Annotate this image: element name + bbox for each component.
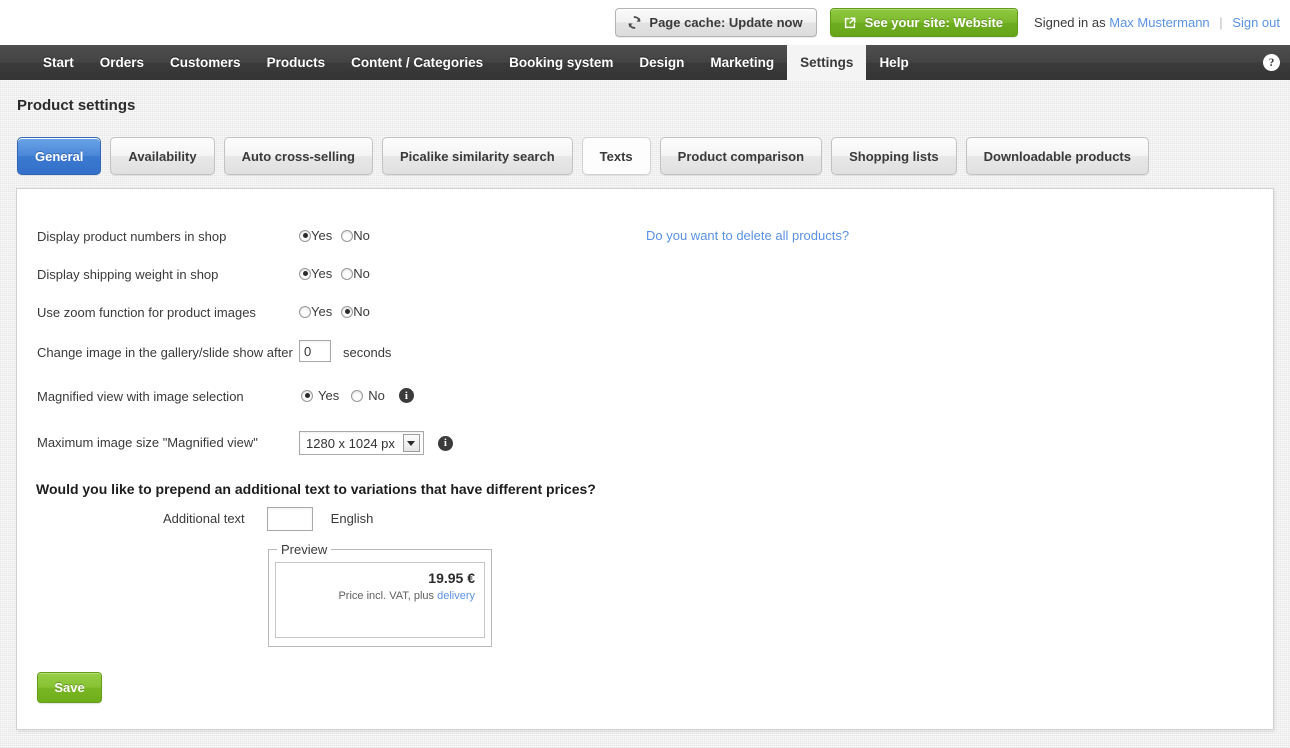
radio-label-product-numbers-yes: Yes	[311, 228, 333, 243]
radio-option-magnified-no[interactable]: No	[351, 388, 385, 403]
tab-general[interactable]: General	[17, 137, 102, 175]
radio-magnified-no[interactable]	[351, 389, 364, 402]
label-display-product-numbers: Display product numbers in shop	[37, 229, 227, 244]
preview-fieldset: Preview 19.95 € Price incl. VAT, plus de…	[268, 542, 492, 647]
radio-shipping-weight-yes[interactable]	[299, 267, 311, 280]
radio-product-numbers-no[interactable]	[341, 229, 354, 242]
external-link-icon	[843, 16, 857, 30]
nav-item-products[interactable]: Products	[254, 45, 339, 80]
tab-shopping-lists[interactable]: Shopping lists	[831, 137, 957, 175]
radio-shipping-weight-no[interactable]	[341, 267, 354, 280]
help-question-icon[interactable]: ?	[1263, 54, 1280, 71]
max-image-size-select[interactable]: 1280 x 1024 px	[299, 431, 424, 455]
section-heading-additional-text: Would you like to prepend an additional …	[36, 481, 596, 497]
gallery-interval-input[interactable]	[299, 340, 331, 362]
save-button-label: Save	[54, 680, 85, 695]
radio-product-numbers-yes[interactable]	[299, 229, 311, 242]
preview-delivery-link[interactable]: delivery	[437, 590, 475, 602]
row-magnified-view: Magnified view with image selection Yes …	[37, 388, 414, 406]
gallery-interval-unit: seconds	[343, 345, 392, 360]
settings-tab-bar: General Availability Auto cross-selling …	[17, 137, 1149, 175]
tab-auto-cross-selling[interactable]: Auto cross-selling	[223, 137, 373, 175]
tab-availability[interactable]: Availability	[110, 137, 215, 175]
delete-all-products-link[interactable]: Do you want to delete all products?	[646, 228, 849, 243]
radio-label-product-numbers-no: No	[353, 228, 370, 243]
settings-content-panel: Display product numbers in shop Yes No D…	[16, 188, 1274, 730]
nav-item-content-categories[interactable]: Content / Categories	[338, 45, 496, 80]
radio-magnified-yes[interactable]	[301, 389, 313, 402]
label-gallery-interval: Change image in the gallery/slide show a…	[37, 345, 293, 360]
nav-item-marketing[interactable]: Marketing	[697, 45, 787, 80]
tab-texts[interactable]: Texts	[581, 137, 651, 175]
preview-legend: Preview	[277, 542, 332, 557]
see-your-site-button[interactable]: See your site: Website	[829, 8, 1019, 37]
radio-label-magnified-no: No	[368, 388, 385, 403]
info-icon-max-image-size[interactable]: i	[437, 435, 453, 451]
radio-group-use-zoom-function: Yes No	[299, 304, 370, 319]
radio-zoom-yes[interactable]	[299, 305, 311, 318]
radio-option-product-numbers-yes[interactable]: Yes	[299, 228, 332, 243]
nav-item-orders[interactable]: Orders	[87, 45, 157, 80]
top-bar: Page cache: Update now See your site: We…	[0, 0, 1290, 45]
radio-option-magnified-yes[interactable]: Yes	[301, 388, 339, 403]
signed-in-status: Signed in as Max Mustermann | Sign out	[1034, 15, 1280, 30]
label-display-shipping-weight: Display shipping weight in shop	[37, 267, 219, 282]
sign-out-link[interactable]: Sign out	[1232, 15, 1280, 30]
row-display-shipping-weight: Display shipping weight in shop Yes No	[37, 266, 370, 284]
additional-text-language: English	[330, 511, 374, 526]
see-your-site-label: See your site: Website	[864, 15, 1004, 30]
main-navigation: Start Orders Customers Products Content …	[0, 45, 1290, 80]
radio-zoom-no[interactable]	[341, 305, 354, 318]
nav-item-booking-system[interactable]: Booking system	[496, 45, 626, 80]
chevron-down-icon[interactable]	[402, 434, 420, 452]
page-cache-update-label: Page cache: Update now	[649, 15, 803, 30]
row-use-zoom-function: Use zoom function for product images Yes…	[37, 304, 370, 322]
user-name-link[interactable]: Max Mustermann	[1109, 15, 1209, 30]
radio-option-zoom-yes[interactable]: Yes	[299, 304, 332, 319]
radio-group-display-product-numbers: Yes No	[299, 228, 370, 243]
radio-option-shipping-weight-no[interactable]: No	[341, 266, 370, 281]
row-max-image-size: Maximum image size "Magnified view" 1280…	[37, 431, 453, 455]
nav-item-design[interactable]: Design	[626, 45, 697, 80]
signed-in-separator: |	[1219, 15, 1223, 30]
nav-item-settings[interactable]: Settings	[787, 45, 867, 80]
nav-item-start[interactable]: Start	[30, 45, 87, 80]
additional-text-input[interactable]	[266, 507, 313, 531]
help-icon-container: ?	[1263, 45, 1290, 80]
label-magnified-view: Magnified view with image selection	[37, 389, 244, 404]
nav-item-help[interactable]: Help	[866, 45, 921, 80]
radio-option-shipping-weight-yes[interactable]: Yes	[299, 266, 332, 281]
preview-vat-note: Price incl. VAT, plus delivery	[276, 590, 475, 602]
tab-picalike-similarity-search[interactable]: Picalike similarity search	[382, 137, 573, 175]
label-max-image-size: Maximum image size "Magnified view"	[37, 435, 258, 450]
radio-option-zoom-no[interactable]: No	[341, 304, 370, 319]
preview-price-box: 19.95 € Price incl. VAT, plus delivery	[275, 562, 485, 638]
save-button[interactable]: Save	[37, 672, 102, 703]
page-title: Product settings	[17, 97, 136, 114]
radio-label-shipping-weight-no: No	[353, 266, 370, 281]
refresh-icon	[627, 15, 642, 30]
preview-vat-note-text: Price incl. VAT, plus	[338, 590, 438, 602]
row-gallery-interval: Change image in the gallery/slide show a…	[37, 340, 392, 362]
row-display-product-numbers: Display product numbers in shop Yes No	[37, 228, 370, 246]
info-icon-magnified-view[interactable]: i	[398, 388, 414, 403]
tab-downloadable-products[interactable]: Downloadable products	[965, 137, 1149, 175]
tab-product-comparison[interactable]: Product comparison	[659, 137, 823, 175]
radio-label-magnified-yes: Yes	[318, 388, 340, 403]
radio-option-product-numbers-no[interactable]: No	[341, 228, 370, 243]
label-use-zoom-function: Use zoom function for product images	[37, 305, 256, 320]
radio-label-shipping-weight-yes: Yes	[311, 266, 333, 281]
radio-group-magnified-view: Yes No i	[301, 388, 414, 403]
signed-in-label: Signed in as	[1034, 15, 1106, 30]
preview-price: 19.95 €	[428, 570, 475, 586]
nav-item-customers[interactable]: Customers	[157, 45, 254, 80]
label-additional-text: Additional text	[163, 511, 245, 526]
radio-label-zoom-no: No	[353, 304, 370, 319]
radio-label-zoom-yes: Yes	[311, 304, 333, 319]
radio-group-display-shipping-weight: Yes No	[299, 266, 370, 281]
row-additional-text: Additional text English	[163, 507, 373, 531]
page-cache-update-button[interactable]: Page cache: Update now	[615, 8, 817, 37]
max-image-size-selected-value: 1280 x 1024 px	[306, 435, 395, 451]
